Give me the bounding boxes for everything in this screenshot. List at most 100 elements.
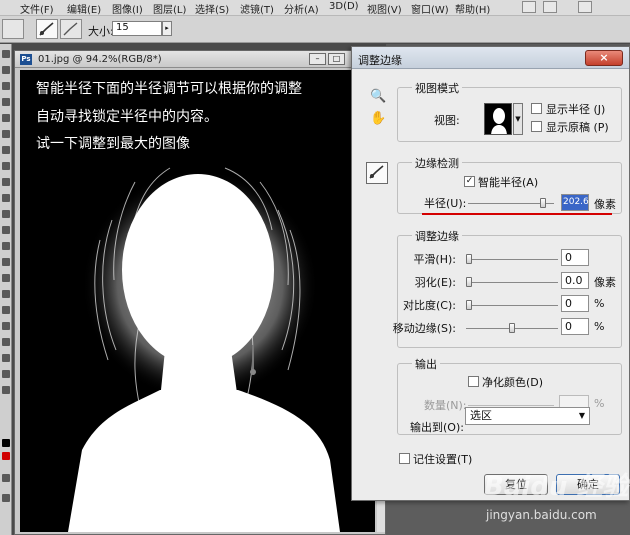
contrast-slider-thumb[interactable] xyxy=(466,300,472,310)
gradient-tool-icon[interactable] xyxy=(2,226,10,234)
screen-mode-icon[interactable] xyxy=(2,494,10,502)
options-bar: 大小: 15 ▸ xyxy=(0,16,630,43)
radius-slider-thumb[interactable] xyxy=(540,198,546,208)
smooth-slider-thumb[interactable] xyxy=(466,254,472,264)
show-radius-label: 显示半径 (J) xyxy=(546,103,606,116)
amount-unit: % xyxy=(594,397,605,410)
baidu-watermark: Baidu 经验 jingyan.baidu.com xyxy=(454,462,628,532)
smooth-slider-track[interactable] xyxy=(466,259,558,260)
shift-edge-input[interactable]: 0 xyxy=(561,318,589,335)
dialog-title: 调整边缘 xyxy=(358,54,402,67)
history-brush-tool-icon[interactable] xyxy=(2,194,10,202)
blur-tool-icon[interactable] xyxy=(2,242,10,250)
document-title-bar[interactable]: Ps 01.jpg @ 94.2%(RGB/8*) – □ xyxy=(15,51,385,68)
edge-detection-group: 边缘检测 ✓ 智能半径(A) 半径(U): 202.6 像素 xyxy=(397,155,622,215)
brush-size-arrow-icon[interactable]: ▸ xyxy=(162,21,172,36)
type-tool-icon[interactable] xyxy=(2,290,10,298)
crop-tool-icon[interactable] xyxy=(2,114,10,122)
view-label: 视图: xyxy=(434,114,460,127)
shape-tool-icon[interactable] xyxy=(2,322,10,330)
menu-analysis[interactable]: 分析(A) xyxy=(284,1,319,16)
feather-slider-thumb[interactable] xyxy=(466,277,472,287)
radius-unit: 像素 xyxy=(594,198,616,211)
contrast-input[interactable]: 0 xyxy=(561,295,589,312)
view-mode-thumbnail[interactable] xyxy=(484,103,512,135)
brush-size-input[interactable]: 15 xyxy=(112,21,162,36)
refine-radius-tool-icon[interactable] xyxy=(366,162,388,184)
tool-preset-picker[interactable] xyxy=(2,19,24,39)
dialog-title-bar[interactable]: 调整边缘 × xyxy=(352,47,629,69)
foreground-color-swatch[interactable] xyxy=(2,439,10,447)
refine-radius-brush-icon[interactable] xyxy=(36,19,58,39)
close-button[interactable]: × xyxy=(585,50,623,66)
3d-orbit-tool-icon[interactable] xyxy=(2,354,10,362)
bridge-icon[interactable] xyxy=(522,1,536,13)
lasso-tool-icon[interactable] xyxy=(2,82,10,90)
chevron-down-icon: ▼ xyxy=(578,411,585,420)
zoom-icon[interactable]: 🔍 xyxy=(370,89,386,105)
output-to-value: 选区 xyxy=(470,409,492,422)
shift-edge-slider-thumb[interactable] xyxy=(509,323,515,333)
show-radius-checkbox[interactable] xyxy=(531,103,542,114)
shift-edge-unit: % xyxy=(594,320,605,333)
3d-rotate-tool-icon[interactable] xyxy=(2,338,10,346)
zoom-level-icon[interactable] xyxy=(543,1,557,13)
menu-view[interactable]: 视图(V) xyxy=(367,1,402,16)
menu-file[interactable]: 文件(F) xyxy=(20,1,54,16)
output-legend: 输出 xyxy=(412,356,440,372)
output-to-select[interactable]: 选区 ▼ xyxy=(465,407,590,425)
quick-select-tool-icon[interactable] xyxy=(2,98,10,106)
eraser-tool-icon[interactable] xyxy=(2,210,10,218)
dodge-tool-icon[interactable] xyxy=(2,258,10,266)
marquee-tool-icon[interactable] xyxy=(2,66,10,74)
stamp-tool-icon[interactable] xyxy=(2,178,10,186)
menu-layer[interactable]: 图层(L) xyxy=(153,1,186,16)
remember-settings-checkbox[interactable] xyxy=(399,453,410,464)
arrange-documents-icon[interactable] xyxy=(578,1,592,13)
pen-tool-icon[interactable] xyxy=(2,274,10,282)
eyedropper-tool-icon[interactable] xyxy=(2,130,10,138)
menu-help[interactable]: 帮助(H) xyxy=(455,1,490,16)
menu-image[interactable]: 图像(I) xyxy=(112,1,143,16)
show-original-checkbox[interactable] xyxy=(531,121,542,132)
erase-refinements-brush-icon[interactable] xyxy=(60,19,82,39)
menu-select[interactable]: 选择(S) xyxy=(195,1,229,16)
menu-window[interactable]: 窗口(W) xyxy=(411,1,449,16)
healing-tool-icon[interactable] xyxy=(2,146,10,154)
contrast-unit: % xyxy=(594,297,605,310)
minimize-icon[interactable]: – xyxy=(309,53,326,65)
path-select-tool-icon[interactable] xyxy=(2,306,10,314)
hand-icon[interactable]: ✋ xyxy=(370,111,386,127)
image-canvas[interactable]: 智能半径下面的半径调节可以根据你的调整 自动寻找锁定半径中的内容。 试一下调整到… xyxy=(20,70,375,532)
document-window: Ps 01.jpg @ 94.2%(RGB/8*) – □ 智能半径下面的半径调… xyxy=(14,50,386,535)
view-mode-legend: 视图模式 xyxy=(412,80,462,96)
contrast-slider-track[interactable] xyxy=(466,305,558,306)
brush-tool-icon[interactable] xyxy=(2,162,10,170)
menu-3d[interactable]: 3D(D) xyxy=(329,1,359,12)
tools-panel xyxy=(0,44,12,535)
feather-label: 羽化(E): xyxy=(414,276,456,289)
smart-radius-checkbox[interactable]: ✓ xyxy=(464,176,475,187)
document-title: 01.jpg @ 94.2%(RGB/8*) xyxy=(38,54,162,65)
decontaminate-colors-checkbox[interactable] xyxy=(468,376,479,387)
amount-slider-track[interactable] xyxy=(468,405,554,406)
hand-tool-icon[interactable] xyxy=(2,370,10,378)
quick-mask-icon[interactable] xyxy=(2,474,10,482)
menu-edit[interactable]: 编辑(E) xyxy=(67,1,101,16)
view-mode-dropdown-icon[interactable]: ▼ xyxy=(513,103,523,135)
smooth-input[interactable]: 0 xyxy=(561,249,589,266)
shift-edge-label: 移动边缘(S): xyxy=(392,322,456,335)
background-color-swatch[interactable] xyxy=(2,452,10,460)
feather-input[interactable]: 0.0 xyxy=(561,272,589,289)
zoom-tool-icon[interactable] xyxy=(2,386,10,394)
red-underline-annotation xyxy=(422,213,612,215)
menu-filter[interactable]: 滤镜(T) xyxy=(240,1,274,16)
annotation-line-2: 自动寻找锁定半径中的内容。 xyxy=(36,109,218,125)
output-to-label: 输出到(O): xyxy=(410,421,464,434)
feather-unit: 像素 xyxy=(594,276,616,289)
move-tool-icon[interactable] xyxy=(2,50,10,58)
feather-slider-track[interactable] xyxy=(466,282,558,283)
maximize-icon[interactable]: □ xyxy=(328,53,345,65)
photoshop-document-icon: Ps xyxy=(20,54,32,65)
radius-input[interactable]: 202.6 xyxy=(561,194,589,211)
